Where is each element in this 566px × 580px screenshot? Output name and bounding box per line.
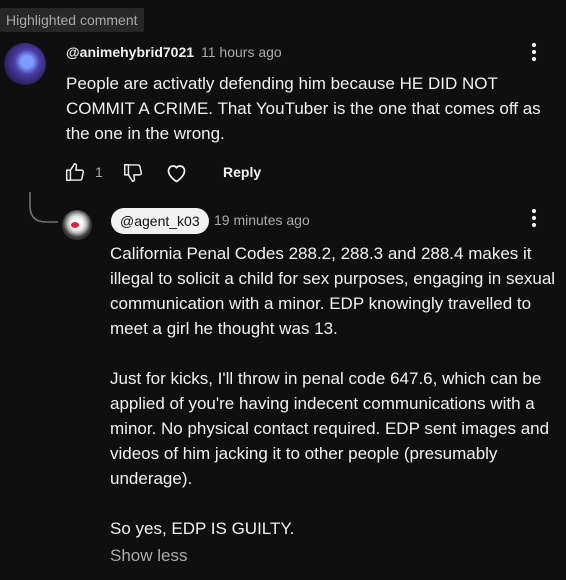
reply-text: California Penal Codes 288.2, 288.3 and … — [110, 241, 560, 541]
show-less-button[interactable]: Show less — [110, 546, 187, 566]
reply-paragraph: California Penal Codes 288.2, 288.3 and … — [110, 244, 556, 338]
highlighted-badge: Highlighted comment — [0, 8, 144, 32]
thread-connector — [29, 192, 58, 223]
like-count: 1 — [95, 164, 103, 180]
comment-time[interactable]: 11 hours ago — [201, 44, 282, 60]
thumb-up-icon[interactable] — [64, 161, 86, 183]
comment-author[interactable]: @animehybrid7021 — [66, 44, 194, 60]
reply-author[interactable]: @agent_k03 — [111, 208, 209, 234]
more-vert-icon[interactable] — [522, 206, 546, 230]
comment-text: People are activatly defending him becau… — [66, 74, 541, 143]
avatar[interactable] — [4, 43, 46, 85]
reply-avatar[interactable] — [62, 210, 92, 240]
reply-time[interactable]: 19 minutes ago — [214, 212, 310, 228]
more-vert-icon[interactable] — [522, 40, 546, 64]
reply-paragraph: Just for kicks, I'll throw in penal code… — [110, 369, 550, 488]
reply-button[interactable]: Reply — [223, 164, 261, 180]
reply-paragraph: So yes, EDP IS GUILTY. — [110, 519, 295, 538]
heart-icon[interactable] — [164, 161, 189, 185]
thumb-down-icon[interactable] — [122, 162, 144, 184]
